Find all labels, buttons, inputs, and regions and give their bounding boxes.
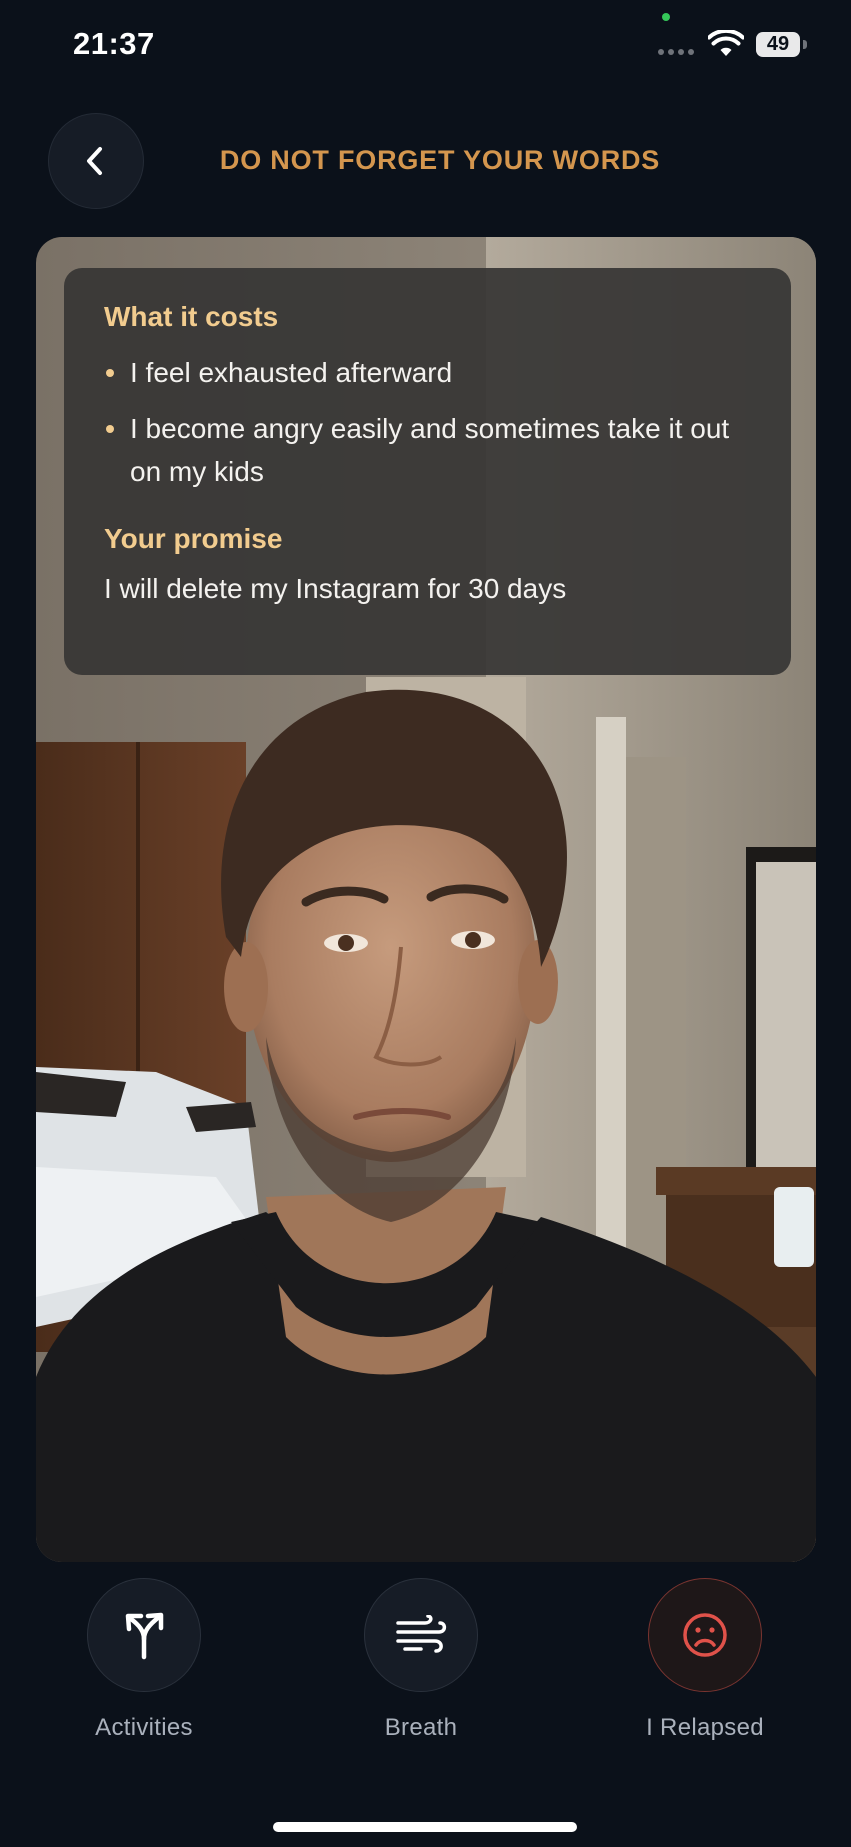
promise-panel: What it costs I feel exhausted afterward… — [64, 268, 791, 675]
battery-level: 49 — [756, 32, 800, 57]
breath-button[interactable] — [364, 1578, 478, 1692]
back-button[interactable] — [48, 113, 144, 209]
breath-action[interactable]: Breath — [321, 1578, 521, 1742]
relapsed-button[interactable] — [648, 1578, 762, 1692]
activities-label: Activities — [95, 1714, 193, 1741]
activities-button[interactable] — [87, 1578, 201, 1692]
photo-card: What it costs I feel exhausted afterward… — [36, 237, 816, 1562]
costs-title: What it costs — [104, 301, 279, 332]
wifi-icon — [708, 30, 744, 56]
wind-icon — [396, 1615, 447, 1653]
battery-nub — [803, 40, 807, 49]
status-time: 21:37 — [73, 26, 155, 61]
cellular-signal-icon — [658, 49, 694, 55]
costs-list: I feel exhausted afterward I become angr… — [104, 351, 751, 493]
breath-label: Breath — [384, 1714, 458, 1741]
camera-indicator-dot — [662, 13, 670, 21]
bullet-icon — [106, 369, 114, 377]
page-title: DO NOT FORGET YOUR WORDS — [219, 145, 661, 175]
activities-action[interactable]: Activities — [44, 1578, 244, 1742]
sad-face-icon — [683, 1613, 727, 1657]
promise-title: Your promise — [104, 523, 283, 554]
cost-item: I feel exhausted afterward — [104, 351, 751, 394]
relapsed-action[interactable]: I Relapsed — [605, 1578, 805, 1742]
promise-text: I will delete my Instagram for 30 days — [104, 573, 567, 604]
chevron-left-icon — [87, 147, 102, 175]
bullet-icon — [106, 425, 114, 433]
split-arrows-icon — [125, 1612, 164, 1660]
relapsed-label: I Relapsed — [646, 1714, 764, 1741]
cost-item: I become angry easily and sometimes take… — [104, 407, 751, 493]
cost-item-text: I become angry easily and sometimes take… — [130, 413, 730, 487]
cost-item-text: I feel exhausted afterward — [130, 357, 453, 388]
status-bar: 21:37 49 — [0, 0, 851, 90]
home-indicator[interactable] — [273, 1822, 577, 1832]
